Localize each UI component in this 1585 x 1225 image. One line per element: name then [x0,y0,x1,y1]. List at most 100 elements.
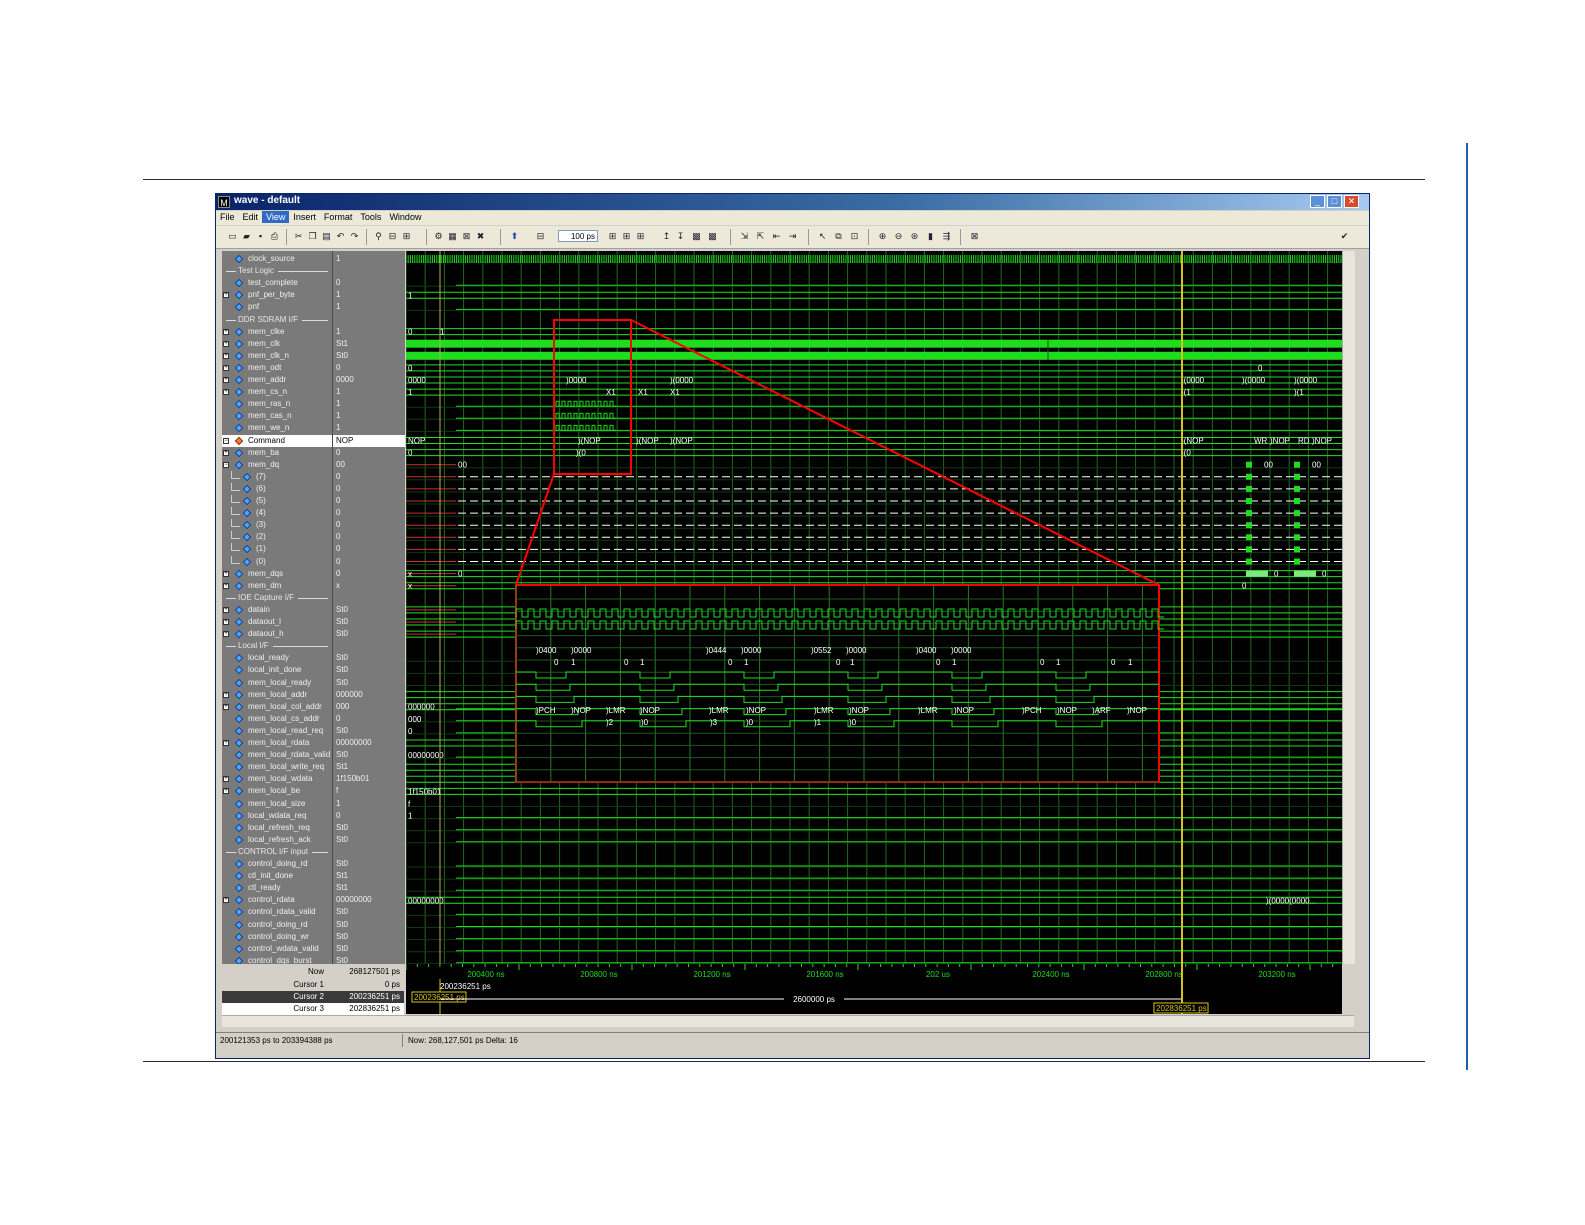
signal-name-row[interactable]: (2) [222,531,332,543]
signal-name-row[interactable]: ctl_init_done [222,870,332,882]
expand-icon[interactable]: + [223,340,229,347]
signal-name-row[interactable]: control_rdata_valid [222,906,332,918]
signal-name-row[interactable]: test_complete [222,277,332,289]
expand-icon[interactable]: + [223,328,229,335]
expand-icon[interactable]: + [223,364,229,371]
prev-transition-icon[interactable]: ⇤ [770,230,783,243]
signal-name-row[interactable]: (3) [222,519,332,531]
edit-mode-icon[interactable]: ⊡ [848,230,861,243]
signal-divider[interactable]: IOE Capture I/F [222,592,332,604]
zoom-last-icon[interactable]: ⇶ [940,230,953,243]
expand-icon[interactable]: + [223,691,229,698]
signal-name-row[interactable]: mem_ras_n [222,398,332,410]
run-length-input[interactable]: 100 ps [558,230,598,242]
undo-icon[interactable]: ↶ [334,230,347,243]
cursor-row-1[interactable]: Cursor 1 0 ps [222,979,404,991]
signal-name-row[interactable]: + mem_ba [222,447,332,459]
signal-name-row[interactable]: (5) [222,495,332,507]
signal-name-row[interactable]: + mem_addr [222,374,332,386]
cursor-row-3[interactable]: Cursor 3 202836251 ps [222,1003,404,1015]
find-icon[interactable]: ⚲ [372,230,385,243]
signal-name-row[interactable]: control_doing_rd [222,858,332,870]
signal-name-row[interactable]: + control_rdata [222,894,332,906]
zoom-out-icon[interactable]: ⊖ [892,230,905,243]
zoom-mode-icon[interactable]: ⧉ [832,230,845,243]
signal-name-row[interactable]: local_ready [222,652,332,664]
menu-view[interactable]: View [262,211,290,223]
signal-divider[interactable]: Test Logic [222,265,332,277]
simulate-icon[interactable]: ▦ [446,230,459,243]
insert-divider-icon[interactable]: ⊟ [386,230,399,243]
signal-name-row[interactable]: control_wdata_valid [222,943,332,955]
expand-icon[interactable]: + [223,631,229,638]
run-icon[interactable]: ⊞ [606,230,619,243]
zoom-full-icon[interactable]: ⊛ [908,230,921,243]
signal-name-row[interactable]: + datain [222,604,332,616]
signal-name-row[interactable]: local_refresh_ack [222,834,332,846]
signal-name-row[interactable]: − mem_dq [222,459,332,471]
signal-name-row[interactable]: ctl_ready [222,882,332,894]
step-over-icon[interactable]: ↧ [674,230,687,243]
signal-name-row[interactable]: local_init_done [222,664,332,676]
signal-name-row[interactable]: mem_cas_n [222,410,332,422]
signal-name-row[interactable]: + pnf_per_byte [222,289,332,301]
signal-name-row[interactable]: control_doing_rd [222,919,332,931]
cut-icon[interactable]: ✂ [292,230,305,243]
signal-name-row[interactable]: mem_local_rdata_valid [222,749,332,761]
run-continue-icon[interactable]: ⊞ [620,230,633,243]
signal-name-row[interactable]: local_refresh_req [222,822,332,834]
time-ruler[interactable]: 200400 ns 200800 ns 201200 ns 201600 ns 202 … [406,964,1342,1014]
save-icon[interactable]: ▪ [254,230,267,243]
stop-icon[interactable]: ✖ [474,230,487,243]
signal-name-row[interactable]: mem_local_cs_addr [222,713,332,725]
expand-icon[interactable]: + [223,389,229,396]
signal-name-row[interactable]: mem_local_ready [222,677,332,689]
expand-icon[interactable]: + [223,703,229,710]
signal-name-row[interactable]: pnf [222,301,332,313]
copy-icon[interactable]: ❐ [306,230,319,243]
signal-name-row[interactable]: (4) [222,507,332,519]
signal-name-row[interactable]: + mem_dm [222,580,332,592]
print-icon[interactable]: ⎙ [268,230,281,243]
signal-name-row[interactable]: + mem_clke [222,326,332,338]
signal-name-row[interactable]: + mem_local_addr [222,689,332,701]
step-icon[interactable]: ↥ [660,230,673,243]
expand-icon[interactable]: + [223,897,229,904]
signal-divider[interactable]: DDR SDRAM I/F [222,314,332,326]
signal-name-row[interactable]: + mem_cs_n [222,386,332,398]
signal-name-row[interactable]: mem_we_n [222,422,332,434]
menu-file[interactable]: File [216,211,239,223]
close-button[interactable]: ✕ [1344,195,1359,208]
minimize-button[interactable]: _ [1310,195,1325,208]
expand-icon[interactable]: + [223,740,229,746]
signal-divider[interactable]: CONTROL I/F input [222,846,332,858]
expand-icon[interactable]: + [223,570,229,577]
restart-icon[interactable]: ▩ [690,230,703,243]
signal-name-row[interactable]: + dataout_l [222,616,332,628]
signal-name-row[interactable]: mem_local_write_req [222,761,332,773]
redo-icon[interactable]: ↷ [348,230,361,243]
expand-icon[interactable]: + [223,352,229,359]
dock-icon[interactable]: ✔ [1338,230,1351,243]
signal-name-row[interactable]: (0) [222,555,332,568]
expand-icon[interactable]: + [223,377,229,383]
signal-divider[interactable]: Local I/F [222,640,332,652]
dataflow-icon[interactable]: ⊠ [968,230,981,243]
new-file-icon[interactable]: ▭ [226,230,239,243]
signal-name-row[interactable]: (6) [222,482,332,495]
signal-name-row[interactable]: + mem_clk [222,338,332,350]
signal-name-row[interactable]: + dataout_h [222,628,332,640]
horizontal-scrollbar[interactable] [222,1015,1354,1027]
signal-name-row[interactable]: clock_source [222,253,332,265]
paste-icon[interactable]: ▤ [320,230,333,243]
cursor-row-2[interactable]: Cursor 2 200236251 ps [222,991,404,1003]
break-sim-icon[interactable]: ▩ [706,230,719,243]
vertical-scrollbar[interactable] [1342,251,1355,964]
menu-tools[interactable]: Tools [356,211,385,223]
next-transition-icon[interactable]: ⇥ [786,230,799,243]
collapse-icon[interactable]: − [223,437,229,444]
signal-name-row[interactable]: + mem_local_wdata [222,773,332,785]
expand-icon[interactable]: + [223,582,229,589]
menu-format[interactable]: Format [320,211,357,223]
select-mode-icon[interactable]: ↖ [816,230,829,243]
